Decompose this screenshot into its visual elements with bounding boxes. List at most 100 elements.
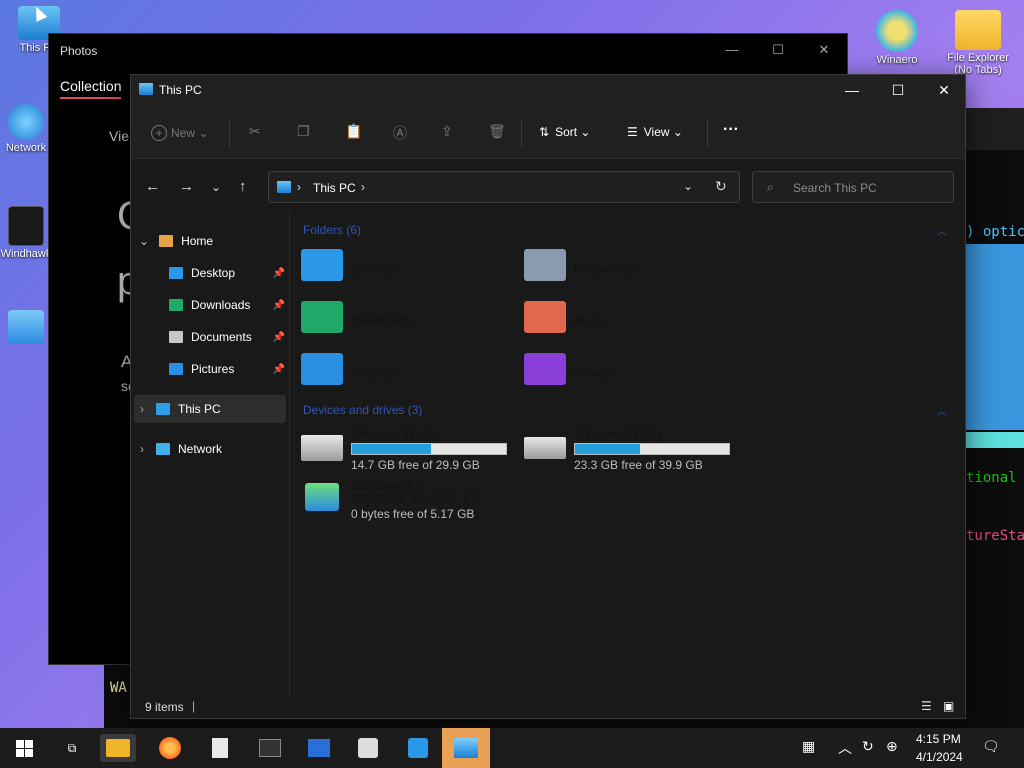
task-view-button[interactable]: ⧉ <box>54 734 90 762</box>
desktop-icon-winaero[interactable]: Winaero <box>862 10 932 66</box>
cd-drive-icon <box>305 483 339 511</box>
this-pc-icon <box>156 403 170 415</box>
maximize-button[interactable]: ☐ <box>875 75 921 105</box>
download-icon <box>169 299 183 311</box>
photos-taskbar-button[interactable] <box>442 728 490 768</box>
details-view-icon[interactable]: ☰ <box>921 699 932 713</box>
file-explorer-taskbar-button[interactable] <box>100 734 136 762</box>
pin-icon[interactable]: 📌 <box>273 364 285 375</box>
copy-icon[interactable]: ❐ <box>297 123 310 140</box>
view-icon: ☰ <box>627 125 638 139</box>
sidebar-item-desktop[interactable]: Desktop 📌 <box>169 259 285 287</box>
powershell-taskbar-button[interactable] <box>301 734 337 762</box>
recent-locations-button[interactable]: ⌄ <box>211 180 221 194</box>
sidebar-item-pictures[interactable]: Pictures 📌 <box>169 355 285 383</box>
maximize-icon[interactable]: ☐ <box>763 42 793 58</box>
forward-button[interactable]: → <box>179 178 194 195</box>
terminal-taskbar-button[interactable] <box>252 734 288 762</box>
folder-videos[interactable]: Videos <box>524 353 744 393</box>
sort-button[interactable]: ⇅ Sort ⌄ <box>539 125 590 139</box>
back-button[interactable]: ← <box>145 178 160 195</box>
pane-splitter[interactable] <box>289 213 290 698</box>
folders-group-header[interactable]: Folders (6) ︿ <box>303 223 953 238</box>
desktop-icon-file-explorer-no-tabs[interactable]: File Explorer (No Tabs) <box>940 10 1016 76</box>
folder-downloads[interactable]: Downloads <box>301 301 521 341</box>
sort-icon: ⇅ <box>539 125 550 139</box>
cut-icon[interactable]: ✂ <box>249 123 261 140</box>
windows-logo-icon <box>15 739 33 757</box>
folder-pictures[interactable]: Pictures <box>301 353 521 393</box>
search-box[interactable]: ⌕ Search This PC <box>752 171 954 203</box>
taskbar: ⧉ ▦ ︿ ↻ ⊕ 4:15 PM 4/1/2024 🗨 <box>0 728 1024 768</box>
close-icon[interactable]: ✕ <box>809 42 839 58</box>
file-explorer-window[interactable]: This PC — ☐ ✕ + New ⌄ ✂ ❐ 📋 Ⓐ ⇪ 🗑 ⇅ Sort ⌄… <box>130 74 966 719</box>
chart-app-icon <box>8 310 44 344</box>
clock-date[interactable]: 4/1/2024 <box>916 750 963 764</box>
more-options-button[interactable]: ··· <box>723 121 739 139</box>
windhawk-icon <box>8 206 44 246</box>
tiles-view-icon[interactable]: ▣ <box>943 699 954 713</box>
drive-d[interactable]: Windows 11 (D:) 23.3 GB free of 39.9 GB <box>524 427 744 477</box>
terminal-highlight-2 <box>966 432 1024 448</box>
windhawk-taskbar-button[interactable] <box>350 734 386 762</box>
share-icon[interactable]: ⇪ <box>441 123 453 140</box>
drives-group-header[interactable]: Devices and drives (3) ︿ <box>303 403 953 418</box>
new-button[interactable]: + New ⌄ <box>151 125 208 141</box>
paste-icon[interactable]: 📋 <box>345 123 362 140</box>
minimize-button[interactable]: — <box>829 75 875 105</box>
firefox-taskbar-button[interactable] <box>152 734 188 762</box>
up-button[interactable]: ↑ <box>239 178 247 195</box>
photos-tab-collection[interactable]: Collection <box>60 78 122 99</box>
desktop-icon <box>169 267 183 279</box>
language-globe-icon[interactable]: ⊕ <box>886 738 898 755</box>
start-button[interactable] <box>6 734 42 762</box>
view-button[interactable]: ☰ View ⌄ <box>627 125 683 139</box>
folder-icon <box>955 10 1001 50</box>
pictures-icon <box>169 363 183 375</box>
notepad-taskbar-button[interactable] <box>202 734 238 762</box>
chevron-right-icon: › <box>140 442 144 456</box>
folder-desktop[interactable]: Desktop <box>301 249 521 289</box>
breadcrumb-this-pc[interactable]: This PC <box>313 181 356 195</box>
folder-music[interactable]: Music <box>524 301 744 341</box>
sync-icon[interactable]: ↻ <box>862 738 874 755</box>
breadcrumb-separator: › <box>361 180 365 194</box>
sidebar-item-downloads[interactable]: Downloads 📌 <box>169 291 285 319</box>
folder-documents[interactable]: Documents <box>524 249 744 289</box>
sidebar-item-network[interactable]: › Network <box>140 435 222 463</box>
pin-icon[interactable]: 📌 <box>273 268 285 279</box>
photos-view-label: Vie <box>109 128 129 144</box>
downloads-folder-icon <box>301 301 343 333</box>
close-button[interactable]: ✕ <box>921 75 967 105</box>
separator <box>707 119 708 147</box>
network-icon <box>156 443 170 455</box>
drive-usage-fill <box>352 444 431 454</box>
sidebar-item-this-pc[interactable]: › This PC <box>134 395 286 423</box>
address-dropdown-icon[interactable]: ⌄ <box>683 179 693 193</box>
document-icon <box>169 331 183 343</box>
app-taskbar-button[interactable] <box>400 734 436 762</box>
collapse-icon[interactable]: ︿ <box>937 403 947 418</box>
pin-icon[interactable]: 📌 <box>273 300 285 311</box>
drive-e[interactable]: CD Drive (E:) CCCOMA_X64FRE_EN-US_D... 0… <box>301 479 521 529</box>
minimize-icon[interactable]: — <box>717 42 747 57</box>
drive-c[interactable]: Windows 11 (C:) 14.7 GB free of 29.9 GB <box>301 427 521 477</box>
sidebar-item-home[interactable]: ⌄ Home <box>139 227 213 255</box>
delete-icon[interactable]: 🗑 <box>488 123 506 140</box>
this-pc-icon <box>277 181 291 193</box>
news-widget-icon[interactable]: ▦ <box>802 738 815 755</box>
address-bar[interactable]: › This PC › ⌄ ↻ <box>268 171 740 203</box>
separator <box>521 119 522 147</box>
plus-circle-icon: + <box>151 125 167 141</box>
notification-icon[interactable]: 🗨 <box>982 738 1000 755</box>
terminal-icon <box>259 739 281 757</box>
rename-icon[interactable]: Ⓐ <box>393 123 407 143</box>
documents-folder-icon <box>524 249 566 281</box>
refresh-icon[interactable]: ↻ <box>715 178 727 195</box>
clock-time[interactable]: 4:15 PM <box>916 732 961 746</box>
show-hidden-icons-chevron[interactable]: ︿ <box>838 738 852 758</box>
collapse-icon[interactable]: ︿ <box>937 223 947 238</box>
drive-usage-bar <box>574 443 730 455</box>
sidebar-item-documents[interactable]: Documents 📌 <box>169 323 285 351</box>
pin-icon[interactable]: 📌 <box>273 332 285 343</box>
